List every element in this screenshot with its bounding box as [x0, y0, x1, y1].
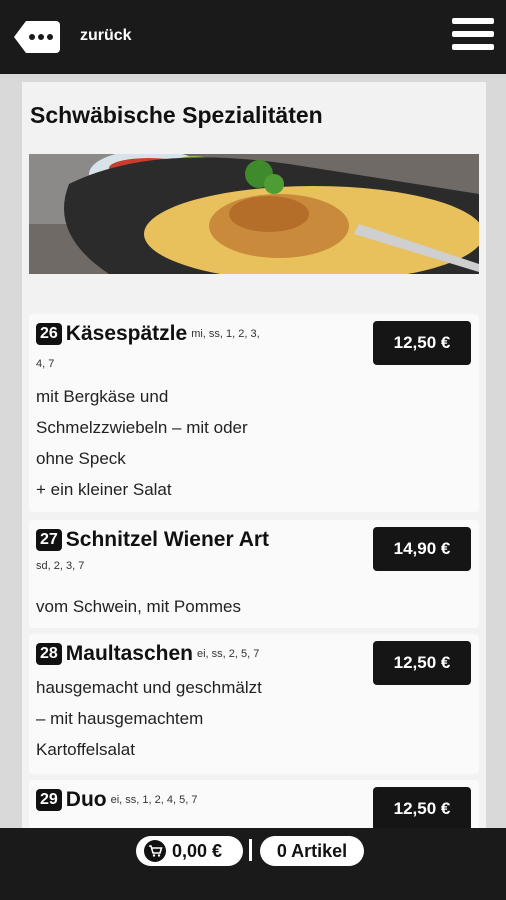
page-title: Schwäbische Spezialitäten: [30, 102, 323, 128]
item-name: Schnitzel Wiener Art: [65, 528, 270, 551]
menu-item[interactable]: 28 Maultaschen ei, ss, 2, 5, 7 12,50 € hau…: [29, 634, 479, 774]
menu-item-header: 26 Käsespätzle mi, ss, 1, 2, 3, 4, 7: [36, 322, 366, 376]
back-label[interactable]: zurück: [80, 27, 132, 45]
shopping-cart-icon: [144, 840, 166, 862]
top-bar: zurück: [0, 0, 506, 74]
cart-count-button[interactable]: 0 Artikel: [260, 836, 364, 866]
price-button[interactable]: 12,50 €: [373, 787, 471, 828]
item-number-badge: 26: [36, 323, 62, 345]
menu-item[interactable]: 27 Schnitzel Wiener Art sd, 2, 3, 7 14,90…: [29, 520, 479, 628]
back-button[interactable]: [12, 19, 62, 55]
hamburger-menu-icon[interactable]: [452, 18, 494, 54]
item-name: Duo: [65, 788, 107, 811]
cart-total-button[interactable]: 0,00 €: [136, 836, 243, 866]
item-allergens: ei, ss, 1, 2, 4, 5, 7: [110, 794, 198, 806]
bottom-cart-bar: 0,00 € 0 Artikel: [0, 828, 506, 900]
price-button[interactable]: 12,50 €: [373, 321, 471, 365]
hero-image: [29, 154, 479, 274]
item-allergens: ei, ss, 2, 5, 7: [197, 648, 260, 660]
menu-item[interactable]: 26 Käsespätzle mi, ss, 1, 2, 3, 4, 7 12,50…: [29, 314, 479, 512]
menu-item-header: 27 Schnitzel Wiener Art sd, 2, 3, 7: [36, 528, 366, 578]
price-button[interactable]: 14,90 €: [373, 527, 471, 571]
item-name: Käsespätzle: [65, 322, 188, 345]
item-number-badge: 27: [36, 529, 62, 551]
divider: [249, 839, 252, 861]
item-description: vom Schwein, mit Pommes: [36, 597, 241, 616]
price-button[interactable]: 12,50 €: [373, 641, 471, 685]
item-description: mit Bergkäse und Schmelzzwiebeln – mit o…: [36, 387, 248, 499]
item-name: Maultaschen: [65, 642, 193, 665]
item-allergens: sd, 2, 3, 7: [36, 560, 85, 573]
back-arrow-icon: [14, 21, 60, 53]
cart-total: 0,00 €: [172, 840, 223, 861]
item-description: hausgemacht und geschmälzt – mit hausgem…: [36, 678, 262, 759]
main-content: Schwäbische Spezialitäten 26 Käsespätzle m…: [22, 82, 486, 828]
cart-count: 0 Artikel: [276, 840, 348, 861]
menu-item[interactable]: 29 Duo ei, ss, 1, 2, 4, 5, 7 12,50 €: [29, 780, 479, 828]
item-number-badge: 29: [36, 789, 62, 811]
item-allergens-cont: 4, 7: [36, 358, 55, 371]
menu-item-header: 29 Duo ei, ss, 1, 2, 4, 5, 7: [36, 788, 366, 812]
menu-item-header: 28 Maultaschen ei, ss, 2, 5, 7: [36, 642, 366, 666]
item-number-badge: 28: [36, 643, 62, 665]
item-allergens: mi, ss, 1, 2, 3,: [191, 328, 260, 340]
